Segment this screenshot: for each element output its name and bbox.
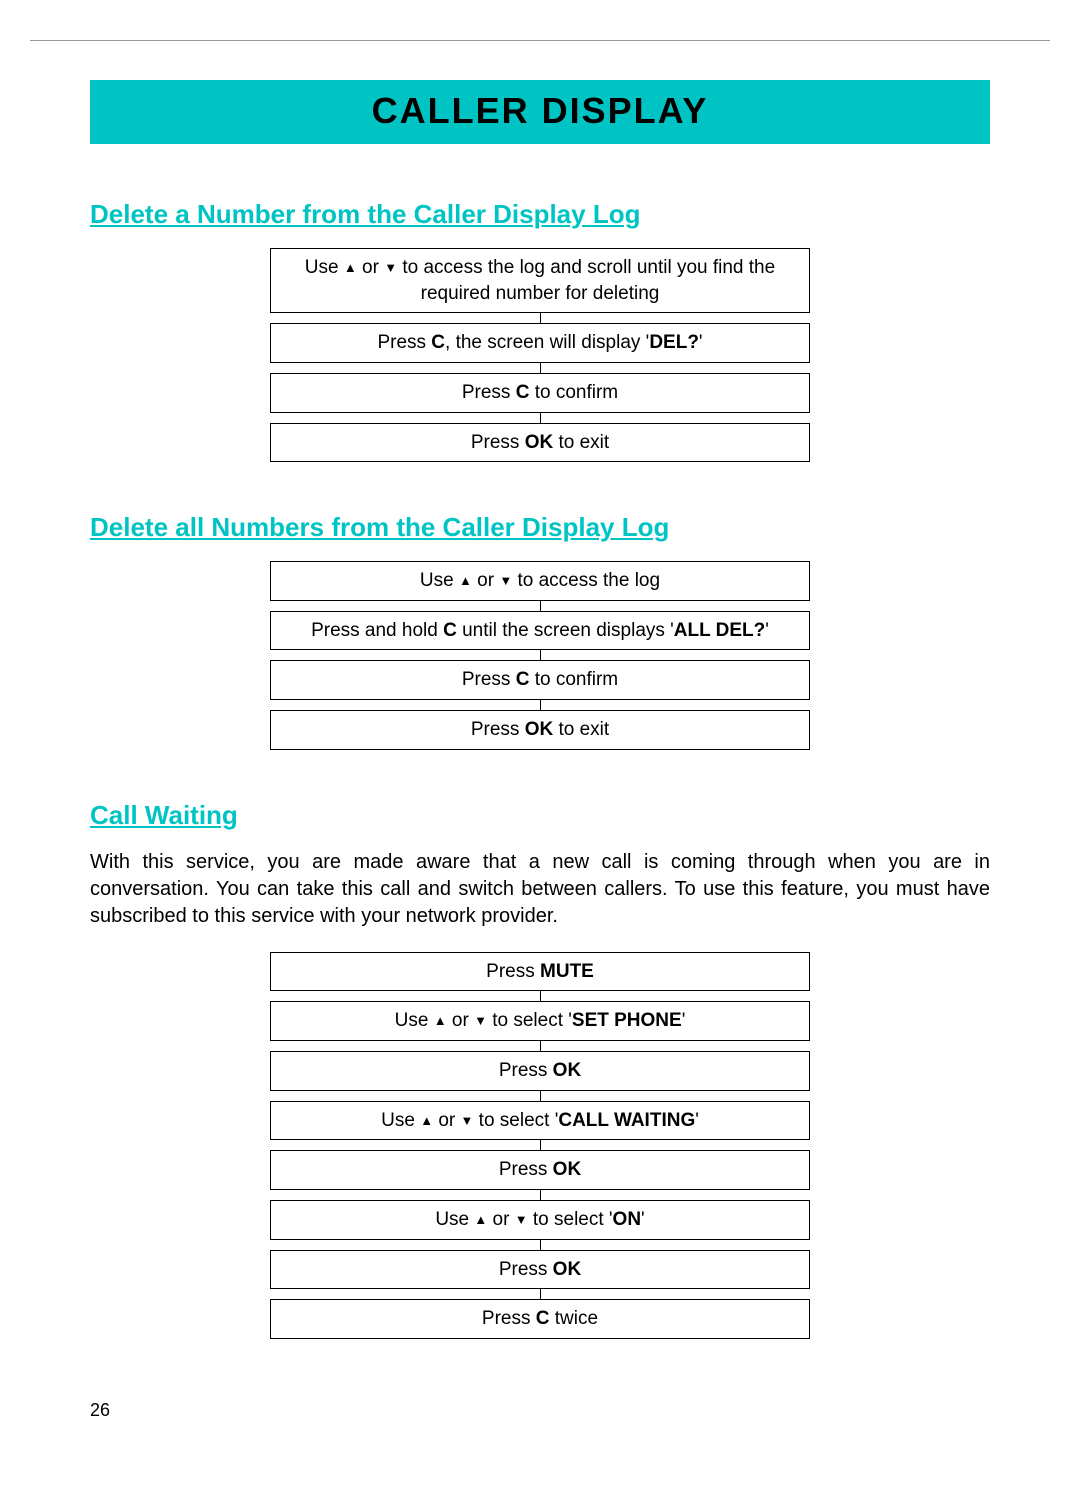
step-connector <box>540 1091 541 1101</box>
section1-title: Delete a Number from the Caller Display … <box>90 199 990 230</box>
step-box: Press C to confirm <box>270 660 810 700</box>
step-box: Press OK to exit <box>270 423 810 463</box>
manual-page: CALLER DISPLAY Delete a Number from the … <box>0 0 1080 1491</box>
step-box: Use ▲ or ▼ to access the log and scroll … <box>270 248 810 313</box>
step-box: Press OK to exit <box>270 710 810 750</box>
top-rule <box>30 40 1050 41</box>
step-box: Use ▲ or ▼ to select 'CALL WAITING' <box>270 1101 810 1141</box>
step-box: Press MUTE <box>270 952 810 992</box>
step-connector <box>540 1240 541 1250</box>
step-box: Press C to confirm <box>270 373 810 413</box>
step-box: Press C twice <box>270 1299 810 1339</box>
page-number: 26 <box>90 1400 110 1421</box>
section3-body: With this service, you are made aware th… <box>90 849 990 930</box>
step-connector <box>540 1289 541 1299</box>
step-connector <box>540 313 541 323</box>
step-box: Use ▲ or ▼ to access the log <box>270 561 810 601</box>
step-connector <box>540 991 541 1001</box>
step-connector <box>540 1140 541 1150</box>
step-connector <box>540 700 541 710</box>
step-connector <box>540 650 541 660</box>
step-connector <box>540 1041 541 1051</box>
section3-title: Call Waiting <box>90 800 990 831</box>
step-box: Use ▲ or ▼ to select 'SET PHONE' <box>270 1001 810 1041</box>
step-box: Press and hold C until the screen displa… <box>270 611 810 651</box>
section3-steps: Press MUTE Use ▲ or ▼ to select 'SET PHON… <box>270 952 810 1339</box>
step-connector <box>540 363 541 373</box>
step-connector <box>540 1190 541 1200</box>
page-banner: CALLER DISPLAY <box>90 80 990 144</box>
step-connector <box>540 413 541 423</box>
section2-title: Delete all Numbers from the Caller Displ… <box>90 512 990 543</box>
step-box: Press C, the screen will display 'DEL?' <box>270 323 810 363</box>
section2-steps: Use ▲ or ▼ to access the log Press and ho… <box>270 561 810 750</box>
step-box: Press OK <box>270 1150 810 1190</box>
step-box: Use ▲ or ▼ to select 'ON' <box>270 1200 810 1240</box>
step-box: Press OK <box>270 1250 810 1290</box>
section1-steps: Use ▲ or ▼ to access the log and scroll … <box>270 248 810 462</box>
step-box: Press OK <box>270 1051 810 1091</box>
step-connector <box>540 601 541 611</box>
